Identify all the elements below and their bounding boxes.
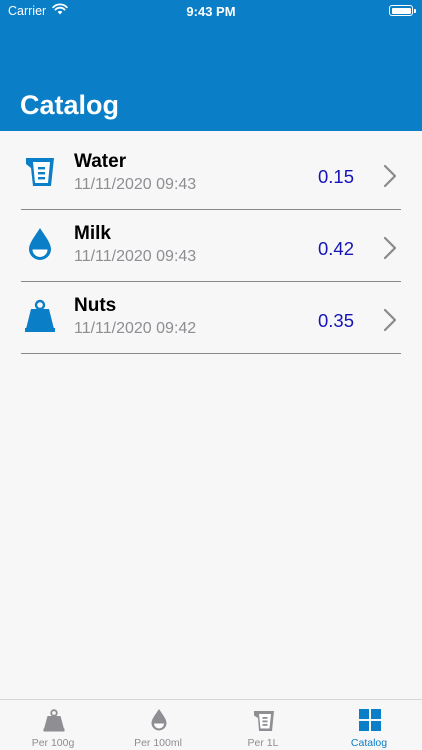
page-title: Catalog [20, 90, 120, 120]
tab-per-1l[interactable]: Per 1L [210, 700, 316, 750]
item-name: Milk [74, 223, 111, 244]
measuring-jug-icon [26, 158, 54, 186]
chevron-right-icon [383, 308, 397, 332]
droplet-icon [151, 709, 167, 731]
list-item-water[interactable]: Water 11/11/2020 09:43 0.15 [21, 138, 401, 210]
list-item-milk[interactable]: Milk 11/11/2020 09:43 0.42 [21, 210, 401, 282]
item-value: 0.42 [317, 238, 354, 259]
tab-per-100ml[interactable]: Per 100ml [105, 700, 211, 750]
status-time: 9:43 PM [186, 4, 236, 19]
item-value: 0.15 [317, 166, 354, 187]
tab-label: Per 100ml [134, 737, 182, 749]
item-name: Nuts [74, 295, 117, 316]
battery-icon [389, 5, 416, 16]
tab-catalog[interactable]: Catalog [316, 700, 422, 750]
item-date: 11/11/2020 09:43 [74, 248, 197, 265]
weight-icon [25, 299, 55, 332]
weight-icon [43, 709, 65, 732]
chevron-right-icon [383, 164, 397, 188]
list-item-nuts[interactable]: Nuts 11/11/2020 09:42 0.35 [21, 282, 401, 354]
measuring-jug-icon [254, 711, 274, 731]
status-bar: Carrier 9:43 PM [0, 0, 422, 24]
tab-per-100g[interactable]: Per 100g [0, 700, 106, 750]
nav-header: Carrier 9:43 PM Catalog [0, 0, 422, 131]
item-name: Water [74, 151, 127, 172]
tab-label: Per 100g [31, 737, 75, 749]
catalog-list: Water 11/11/2020 09:43 0.15 Milk 11/11/2… [21, 138, 401, 354]
item-value: 0.35 [317, 310, 354, 331]
droplet-icon [29, 228, 51, 260]
item-date: 11/11/2020 09:43 [74, 176, 197, 193]
tab-label: Per 1L [247, 737, 279, 749]
item-date: 11/11/2020 09:42 [74, 320, 197, 337]
grid-icon [359, 709, 381, 731]
chevron-right-icon [383, 236, 397, 260]
tab-label: Catalog [350, 737, 388, 749]
tab-bar: Per 100g Per 100ml Per 1L Catalog [0, 699, 422, 750]
